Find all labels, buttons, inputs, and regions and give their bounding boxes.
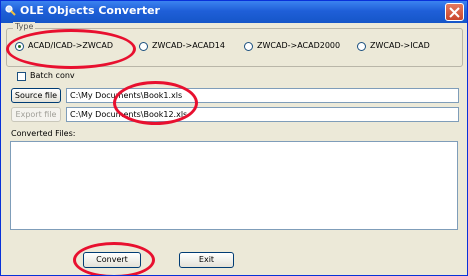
radio-label: ZWCAD->ACAD2000	[257, 41, 341, 50]
radio-label: ZWCAD->ICAD	[370, 41, 430, 50]
type-group: Type ACAD/ICAD->ZWCAD ZWCAD->ACAD14 ZWCA…	[6, 22, 463, 67]
batch-convert-label: Batch conv	[30, 71, 75, 80]
search-icon	[5, 5, 16, 16]
window-title: OLE Objects Converter	[20, 4, 160, 17]
checkbox-box[interactable]	[17, 72, 26, 81]
radio-indicator[interactable]	[244, 42, 253, 51]
radio-indicator[interactable]	[357, 42, 366, 51]
radio-indicator[interactable]	[15, 42, 24, 51]
convert-button[interactable]: Convert	[83, 252, 141, 268]
export-file-button[interactable]: Export file	[11, 107, 61, 122]
type-group-label: Type	[13, 22, 36, 31]
radio-label: ZWCAD->ACAD14	[152, 41, 225, 50]
ole-converter-window: OLE Objects Converter Type ACAD/ICAD->ZW…	[0, 0, 468, 276]
source-file-button[interactable]: Source file	[11, 88, 61, 103]
radio-indicator[interactable]	[139, 42, 148, 51]
converted-files-list[interactable]	[10, 141, 458, 230]
converted-files-label: Converted Files:	[11, 129, 76, 138]
close-button[interactable]	[445, 3, 464, 21]
export-file-input[interactable]: C:\My Documents\Book12.xls	[66, 107, 459, 122]
close-icon	[449, 7, 460, 18]
title-bar[interactable]: OLE Objects Converter	[1, 1, 467, 23]
source-file-input[interactable]: C:\My Documents\Book1.xls	[66, 88, 459, 103]
exit-button[interactable]: Exit	[179, 252, 234, 268]
radio-label: ACAD/ICAD->ZWCAD	[28, 41, 114, 50]
